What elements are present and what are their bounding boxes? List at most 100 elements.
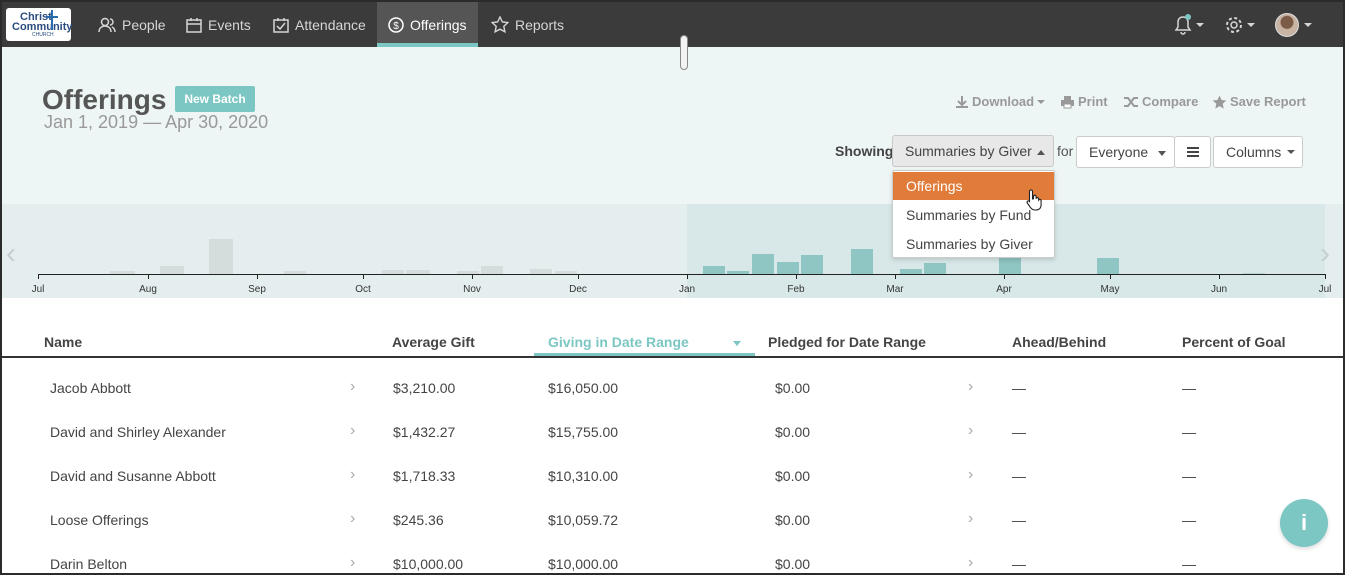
chevron-right-icon[interactable]: › <box>350 422 355 440</box>
timeline-next-icon[interactable]: › <box>1320 237 1330 271</box>
sorted-column-underline <box>534 353 755 356</box>
cell-percent: — <box>1182 468 1196 484</box>
cell-giving: $15,755.00 <box>548 424 619 440</box>
timeline-month-label: Apr <box>996 284 1012 295</box>
cell-pledged: $0.00 <box>775 380 811 396</box>
new-batch-button[interactable]: New Batch <box>175 86 255 112</box>
chevron-right-icon[interactable]: › <box>350 466 355 484</box>
timeline-month-label: Jun <box>1210 284 1228 295</box>
cell-name[interactable]: Darin Belton <box>50 556 127 572</box>
timeline-axis <box>38 274 1325 275</box>
attendance-check-icon <box>273 17 289 33</box>
list-options-button[interactable] <box>1174 136 1211 168</box>
chevron-right-icon[interactable]: › <box>350 554 355 572</box>
chevron-down-icon <box>1037 99 1046 104</box>
table-row[interactable]: David and Shirley Alexander › $1,432.27 … <box>2 422 1343 468</box>
timeline-tick <box>895 274 896 279</box>
table-row[interactable]: Loose Offerings › $245.36 $10,059.72 $0.… <box>2 510 1343 556</box>
timeline-prev-icon[interactable]: ‹ <box>6 237 16 271</box>
timeline-tick <box>578 274 579 279</box>
settings-menu[interactable] <box>1224 12 1255 38</box>
cell-name[interactable]: Loose Offerings <box>50 512 149 528</box>
chevron-right-icon[interactable]: › <box>968 554 973 572</box>
timeline-month-label: May <box>1100 284 1120 295</box>
cell-pledged: $0.00 <box>775 512 811 528</box>
col-name[interactable]: Name <box>44 334 82 350</box>
timeline-month-label: Nov <box>463 284 481 295</box>
table-row[interactable]: Jacob Abbott › $3,210.00 $16,050.00 $0.0… <box>2 378 1343 424</box>
chevron-down-icon <box>1287 150 1296 154</box>
cell-giving: $10,310.00 <box>548 468 619 484</box>
audience-select[interactable]: Everyone <box>1076 136 1175 168</box>
nav-people[interactable]: People <box>98 2 166 47</box>
option-summaries-by-giver[interactable]: Summaries by Giver <box>893 230 1054 258</box>
timeline-tick <box>38 274 39 279</box>
timeline-month-label: Aug <box>139 284 157 295</box>
chevron-right-icon[interactable]: › <box>968 510 973 528</box>
timeline-range-handle[interactable] <box>680 35 688 70</box>
audience-value: Everyone <box>1089 144 1149 160</box>
cell-average-gift: $1,432.27 <box>393 424 456 440</box>
download-label: Download <box>972 94 1035 109</box>
gear-icon <box>1226 17 1242 33</box>
col-giving-in-date-range[interactable]: Giving in Date Range <box>548 334 689 350</box>
report-type-value: Summaries by Giver <box>905 143 1032 159</box>
cell-percent: — <box>1182 424 1196 440</box>
star-icon <box>491 16 509 33</box>
timeline-tick <box>1004 274 1005 279</box>
col-average-gift[interactable]: Average Gift <box>392 334 475 350</box>
print-button[interactable]: Print <box>1060 94 1108 109</box>
col-pledged-for-date-range[interactable]: Pledged for Date Range <box>768 334 926 350</box>
sort-desc-icon[interactable] <box>733 341 741 346</box>
svg-text:$: $ <box>393 21 399 32</box>
timeline-month-label: Mar <box>886 284 904 295</box>
dollar-circle-icon: $ <box>388 16 404 33</box>
cell-name[interactable]: David and Susanne Abbott <box>50 468 216 484</box>
timeline-tick <box>257 274 258 279</box>
cell-ahead-behind: — <box>1012 468 1026 484</box>
timeline-chart[interactable]: ‹ › Jul Aug Sep Oct Nov Dec Jan Feb Mar Apr May Jun… <box>2 204 1343 298</box>
nav-offerings[interactable]: $ Offerings <box>377 2 478 47</box>
download-button[interactable]: Download <box>955 94 1046 109</box>
chevron-right-icon[interactable]: › <box>968 378 973 396</box>
save-report-button[interactable]: Save Report <box>1212 94 1306 109</box>
nav-attendance[interactable]: Attendance <box>273 2 366 47</box>
col-percent-of-goal[interactable]: Percent of Goal <box>1182 334 1285 350</box>
chevron-right-icon[interactable]: › <box>968 422 973 440</box>
save-report-label: Save Report <box>1230 94 1306 109</box>
columns-button[interactable]: Columns <box>1213 136 1303 168</box>
chevron-right-icon[interactable]: › <box>350 378 355 396</box>
compare-button[interactable]: Compare <box>1123 94 1198 109</box>
cell-pledged: $0.00 <box>775 468 811 484</box>
chevron-right-icon[interactable]: › <box>350 510 355 528</box>
timeline-bar <box>777 262 799 274</box>
for-label: for <box>1057 143 1074 159</box>
timeline-bar <box>924 263 946 274</box>
compare-label: Compare <box>1142 94 1199 109</box>
notifications-menu[interactable] <box>1173 12 1204 38</box>
church-logo[interactable]: Christ Community CHURCH <box>6 8 73 41</box>
date-range[interactable]: Jan 1, 2019 — Apr 30, 2020 <box>44 112 268 133</box>
cell-pledged: $0.00 <box>775 556 811 572</box>
cell-ahead-behind: — <box>1012 380 1026 396</box>
chevron-down-icon <box>1158 151 1166 156</box>
timeline-month-label: Jul <box>31 284 45 295</box>
table-row[interactable]: Darin Belton › $10,000.00 $10,000.00 $0.… <box>2 554 1343 573</box>
star-icon <box>1212 95 1227 109</box>
timeline-bar <box>801 255 823 274</box>
cell-name[interactable]: Jacob Abbott <box>50 380 131 396</box>
nav-events[interactable]: Events <box>186 2 251 47</box>
table-row[interactable]: David and Susanne Abbott › $1,718.33 $10… <box>2 466 1343 512</box>
logo-line3: CHURCH <box>32 32 54 38</box>
timeline-tick <box>687 274 688 279</box>
report-type-select[interactable]: Summaries by Giver <box>892 135 1054 167</box>
info-button[interactable]: i <box>1280 499 1328 547</box>
chevron-right-icon[interactable]: › <box>968 466 973 484</box>
cell-percent: — <box>1182 380 1196 396</box>
user-menu[interactable] <box>1275 12 1312 38</box>
cell-name[interactable]: David and Shirley Alexander <box>50 424 226 440</box>
cell-ahead-behind: — <box>1012 424 1026 440</box>
nav-events-label: Events <box>208 16 251 33</box>
col-ahead-behind[interactable]: Ahead/Behind <box>1012 334 1106 350</box>
nav-reports[interactable]: Reports <box>491 2 564 47</box>
